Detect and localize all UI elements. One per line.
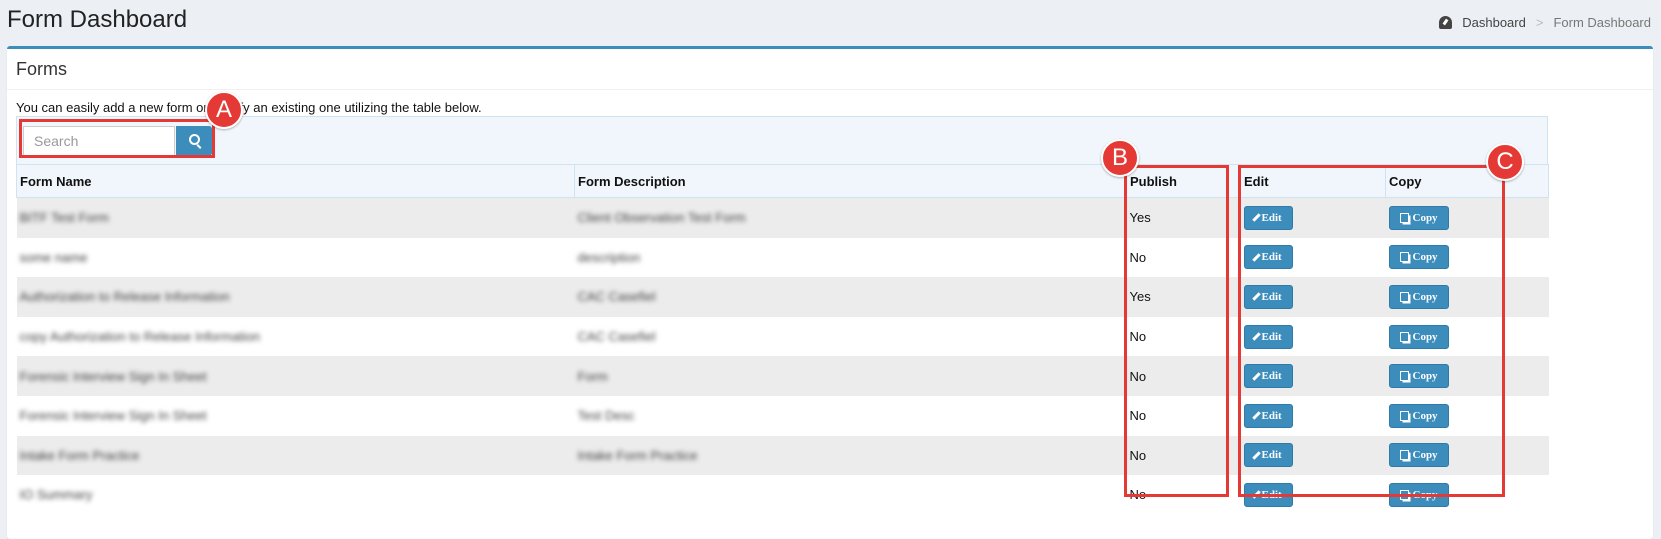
form-description-cell: Form bbox=[574, 356, 1127, 396]
form-name-cell: BITF Test Form bbox=[16, 197, 575, 238]
form-name-text: BITF Test Form bbox=[19, 210, 109, 226]
form-name-cell: Forensic Interview Sign In Sheet bbox=[17, 396, 575, 436]
form-description-text: CAC Casefiel bbox=[577, 329, 656, 345]
form-name-cell: Authorization to Release Information bbox=[16, 277, 575, 317]
form-name-text: Authorization to Release Information bbox=[19, 289, 230, 305]
panel-header: Forms bbox=[7, 49, 1653, 90]
form-description-text: Intake Form Practice bbox=[577, 447, 698, 463]
breadcrumb-home-link[interactable]: Dashboard bbox=[1462, 15, 1526, 30]
table-toolbar bbox=[16, 116, 1548, 166]
form-description-cell: Client Observation Test Form bbox=[574, 197, 1127, 238]
breadcrumb-current: Form Dashboard bbox=[1553, 15, 1651, 30]
column-header-form-description[interactable]: Form Description bbox=[574, 164, 1127, 198]
dashboard-icon bbox=[1439, 16, 1453, 29]
form-name-cell: Forensic Interview Sign In Sheet bbox=[16, 356, 575, 396]
breadcrumb-separator: > bbox=[1535, 15, 1544, 30]
form-name-cell: Intake Form Practice bbox=[16, 435, 575, 476]
breadcrumb: Dashboard > Form Dashboard bbox=[1439, 15, 1651, 30]
panel-title: Forms bbox=[16, 59, 67, 79]
form-description-cell: description bbox=[575, 238, 1127, 278]
column-header-form-name[interactable]: Form Name bbox=[16, 164, 575, 198]
form-description-cell: CAC Casefiel bbox=[574, 277, 1127, 317]
intro-text: You can easily add a new form or modify … bbox=[16, 100, 482, 115]
form-name-text: some name bbox=[19, 249, 88, 265]
form-name-cell: some name bbox=[17, 238, 575, 278]
form-description-cell: Test Desc bbox=[575, 396, 1127, 436]
form-name-text: Forensic Interview Sign In Sheet bbox=[19, 408, 207, 424]
form-name-cell: copy Authorization to Release Informatio… bbox=[17, 317, 575, 357]
form-name-cell: IO Summary bbox=[17, 475, 575, 515]
form-description-cell: CAC Casefiel bbox=[575, 317, 1127, 357]
page-title: Form Dashboard bbox=[7, 6, 188, 33]
annotation-c-box bbox=[1238, 165, 1505, 497]
annotation-b-badge: B bbox=[1101, 139, 1139, 177]
form-name-text: copy Authorization to Release Informatio… bbox=[19, 329, 261, 345]
form-description-text: Test Desc bbox=[577, 408, 635, 424]
annotation-b-box bbox=[1124, 165, 1229, 497]
annotation-a-badge: A bbox=[205, 91, 243, 129]
form-name-text: IO Summary bbox=[19, 487, 93, 503]
form-description-text: Client Observation Test Form bbox=[577, 210, 746, 226]
form-description-text: CAC Casefiel bbox=[577, 289, 656, 305]
form-description-cell: Intake Form Practice bbox=[574, 435, 1127, 476]
annotation-a-box bbox=[19, 119, 215, 158]
form-name-text: Forensic Interview Sign In Sheet bbox=[19, 368, 207, 384]
form-description-text: Form bbox=[577, 368, 608, 384]
form-description-cell bbox=[575, 475, 1127, 515]
form-name-text: Intake Form Practice bbox=[19, 447, 140, 463]
form-description-text: description bbox=[577, 249, 641, 265]
annotation-c-badge: C bbox=[1486, 143, 1524, 181]
